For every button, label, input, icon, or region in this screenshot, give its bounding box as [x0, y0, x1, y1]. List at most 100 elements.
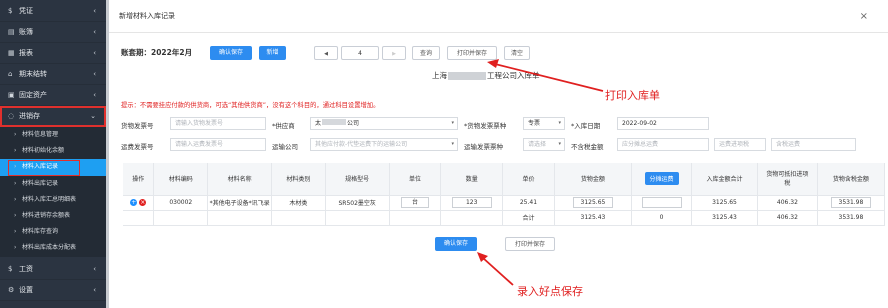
bottom-print-save-button[interactable]: 打印并保存 — [505, 237, 555, 251]
sidebar-subitem-material-info[interactable]: › 材料信息管理 — [0, 127, 106, 144]
freight-type-value: 请选择 — [528, 141, 547, 148]
sidebar-item-label: 进销存 — [19, 112, 40, 120]
sidebar-subitem-stock-in-summary[interactable]: › 材料入库汇总明细表 — [0, 191, 106, 208]
cell-qty: 123 — [440, 195, 504, 211]
col-header: 材料名称 — [207, 163, 273, 196]
allocate-freight-button[interactable]: 分摊运费 — [644, 172, 679, 186]
col-header: 规格型号 — [325, 163, 390, 196]
col-header: 材料编码 — [153, 163, 209, 196]
freight-input[interactable] — [641, 197, 682, 208]
sidebar-subitem-label: 材料入库汇总明细表 — [22, 195, 77, 203]
chevron-right-icon: › — [14, 179, 17, 187]
doc-title-right: 工程公司入库单 — [487, 71, 540, 80]
next-page-button[interactable]: ▶ — [382, 46, 406, 60]
sidebar-item-fixed-assets[interactable]: ▣ 固定资产 ‹ — [0, 85, 106, 106]
sidebar-subitem-stock-in-record[interactable]: › 材料入库记录 — [0, 159, 106, 177]
freight-no-input[interactable]: 请输入运费发票号 — [170, 138, 266, 151]
freight-tax-incl-input[interactable]: 含税运费 — [771, 138, 856, 151]
col-header: 分摊运费 — [631, 163, 692, 196]
carrier-label: 运输公司 — [272, 143, 298, 151]
dollar-icon: $ — [8, 7, 13, 15]
col-header: 单价 — [502, 163, 555, 196]
table-row: + × 030002 *其他电子设备*讯飞录 木材类 SR502墨空灰 台 123… — [123, 195, 886, 211]
invoice-type-select[interactable]: 专票 ▾ — [523, 117, 565, 130]
chevron-left-icon: ‹ — [93, 285, 96, 294]
sidebar-item-label: 固定资产 — [19, 91, 47, 99]
sidebar-item-label: 设置 — [19, 285, 33, 294]
dollar-icon: $ — [8, 264, 13, 273]
query-button[interactable]: 查询 — [412, 46, 440, 60]
doc-title-left: 上海 — [432, 71, 447, 80]
home-icon: ⌂ — [8, 70, 13, 78]
supplier-value-end: 公司 — [347, 120, 360, 127]
cell-unit: 台 — [389, 195, 442, 211]
hint-text: 提示：不需要挂应付款的供货商，可选“其他供货商”，没有这个科目的，通过科目设置增… — [121, 102, 380, 109]
annotation-print: 打印入库单 — [605, 89, 660, 102]
cell-price[interactable]: 25.41 — [502, 195, 555, 211]
asset-icon: ▣ — [8, 91, 15, 99]
sum-total: 3125.43 — [691, 210, 758, 226]
sidebar-subitem-stock-query[interactable]: › 材料库存查询 — [0, 224, 106, 241]
chevron-left-icon: ‹ — [93, 264, 96, 273]
cell-amount: 3125.65 — [554, 195, 633, 211]
table-header-row: 操作 材料编码 材料名称 材料类别 规格型号 单位 数量 单价 货物金额 分摊运… — [123, 163, 886, 196]
clear-button[interactable]: 清空 — [504, 46, 530, 60]
new-button[interactable]: 新增 — [259, 46, 286, 60]
sidebar-subitem-balance-table[interactable]: › 材料进销存余额表 — [0, 207, 106, 225]
sidebar-subitem-label: 材料信息管理 — [22, 131, 59, 138]
close-icon[interactable]: × — [860, 0, 868, 33]
redacted-block — [448, 72, 486, 80]
supplier-value: 太 — [315, 120, 322, 127]
invoice-no-input[interactable]: 请输入货物发票号 — [170, 117, 266, 130]
print-save-button[interactable]: 打印并保存 — [447, 46, 497, 60]
freight-tax-input[interactable]: 运费进项税 — [714, 138, 766, 151]
tax-incl-input[interactable]: 3531.98 — [830, 197, 871, 208]
sidebar-subitem-label: 材料入库记录 — [22, 163, 59, 171]
freight-amount-input[interactable]: 应分摊总运费 — [617, 138, 709, 151]
sidebar-item-payroll[interactable]: $ 工资 ‹ — [0, 259, 106, 280]
cell-category: 木材类 — [271, 195, 326, 211]
dialog-title: 新增材料入库记录 — [109, 0, 888, 33]
page-number-input[interactable]: 4 — [341, 46, 379, 60]
qty-input[interactable]: 123 — [451, 197, 492, 208]
supplier-select[interactable]: 太 公司 ▾ — [310, 117, 458, 130]
sidebar-item-voucher[interactable]: $ 凭证 ‹ — [0, 0, 106, 22]
sidebar-subitem-cost-allocation[interactable]: › 材料出库成本分配表 — [0, 240, 106, 257]
col-header: 单位 — [389, 163, 442, 196]
book-icon: ▤ — [8, 28, 15, 36]
chevron-left-icon: ‹ — [93, 28, 96, 36]
sidebar-subitem-label: 材料初始化余额 — [22, 147, 65, 155]
sidebar-subitem-stock-out-record[interactable]: › 材料出库记录 — [0, 175, 106, 192]
amount-input[interactable]: 3125.65 — [572, 197, 613, 208]
sidebar-item-label: 工资 — [19, 264, 33, 273]
freight-type-select[interactable]: 请选择 ▾ — [523, 138, 565, 151]
sidebar-item-reports[interactable]: ▦ 报表 ‹ — [0, 43, 106, 64]
chevron-right-icon: › — [14, 147, 17, 155]
sidebar-subitem-initial-balance[interactable]: › 材料初始化余额 — [0, 143, 106, 160]
sidebar-item-label: 报表 — [19, 49, 33, 57]
in-date-label: *入库日期 — [571, 122, 601, 130]
sum-tax-incl: 3531.98 — [817, 210, 886, 226]
cell-spec: SR502墨空灰 — [325, 195, 390, 211]
chevron-right-icon: › — [14, 244, 17, 252]
dialog: 新增材料入库记录 × 账套期：2022年2月 确认保存 新增 ◀ 4 ▶ 查询 … — [109, 0, 888, 308]
sidebar-item-ledger[interactable]: ▤ 账簿 ‹ — [0, 22, 106, 43]
report-icon: ▦ — [8, 49, 15, 57]
chevron-left-icon: ‹ — [93, 70, 96, 78]
sidebar-item-inventory[interactable]: ◌ 进销存 ⌄ — [0, 106, 106, 127]
sum-amount: 3125.43 — [554, 210, 633, 226]
in-date-input[interactable]: 2022-09-02 — [617, 117, 709, 130]
prev-page-button[interactable]: ◀ — [314, 46, 338, 60]
bottom-confirm-save-button[interactable]: 确认保存 — [435, 237, 477, 251]
sidebar-item-period-close[interactable]: ⌂ 期末结转 ‹ — [0, 64, 106, 85]
delete-row-icon[interactable]: × — [139, 199, 147, 206]
chevron-right-icon: › — [14, 163, 17, 171]
sidebar-item-settings[interactable]: ⚙ 设置 ‹ — [0, 280, 106, 301]
confirm-save-button[interactable]: 确认保存 — [210, 46, 252, 60]
sum-tax: 406.32 — [757, 210, 818, 226]
add-row-icon[interactable]: + — [130, 199, 138, 206]
cell-total: 3125.65 — [691, 195, 758, 211]
cell-name[interactable]: *其他电子设备*讯飞录 — [207, 195, 273, 211]
carrier-select[interactable]: 其他应付款-代垫运费下的运输公司 ▾ — [310, 138, 458, 151]
unit-input[interactable]: 台 — [400, 197, 429, 208]
